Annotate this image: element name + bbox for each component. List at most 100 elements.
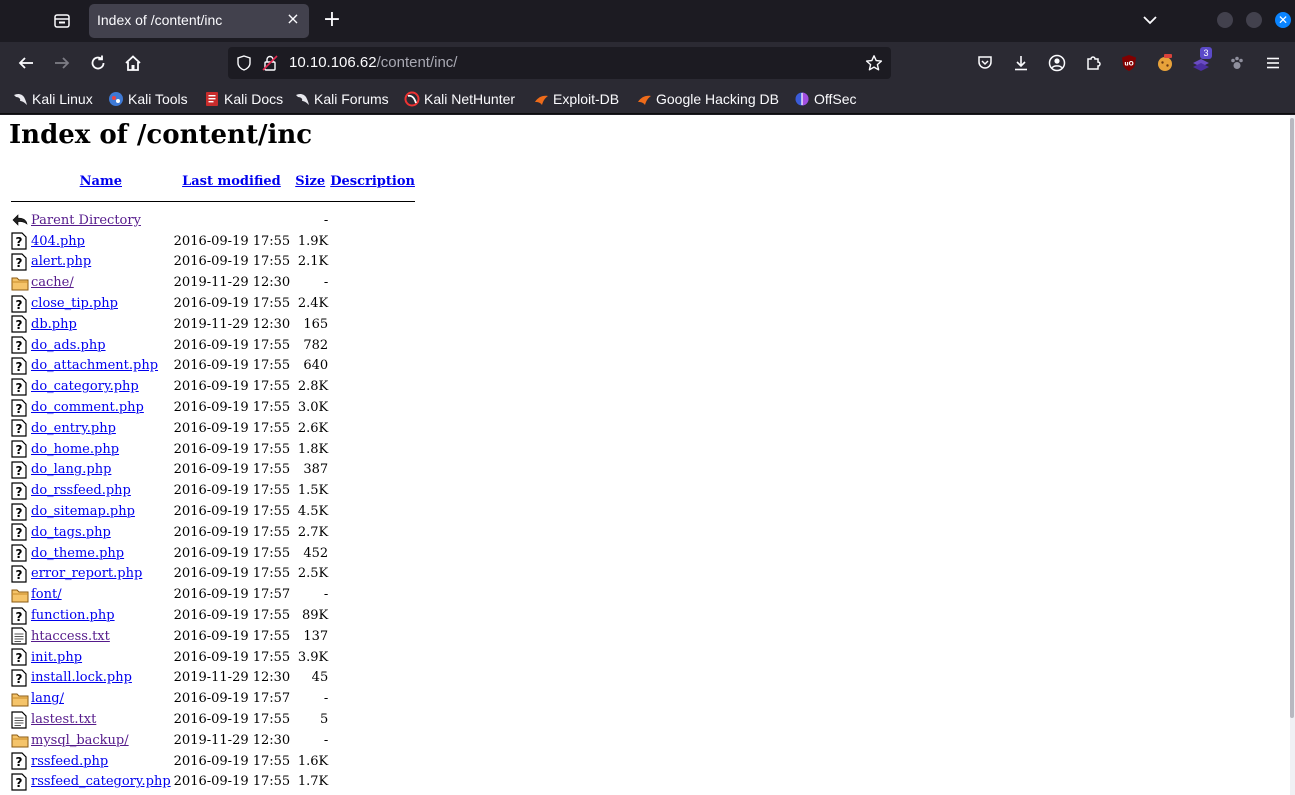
svg-text:?: ? <box>16 485 23 499</box>
bookmark-kali-docs[interactable]: Kali Docs <box>204 90 283 108</box>
last-modified: 2016-09-19 17:55 <box>173 337 291 353</box>
file-link[interactable]: do_sitemap.php <box>31 504 135 519</box>
minimize-button[interactable] <box>1217 12 1233 28</box>
sort-by-description-link[interactable]: Description <box>330 174 415 189</box>
last-modified: 2016-09-19 17:57 <box>173 587 291 603</box>
tab-active[interactable]: Index of /content/inc × <box>89 4 309 38</box>
bookmark-kali-tools[interactable]: Kali Tools <box>108 90 188 108</box>
table-row: ? rssfeed_category.php 2016-09-19 17:55 1.7… <box>10 772 416 793</box>
unknown-file-icon: ? <box>11 669 29 687</box>
ublock-origin-button[interactable]: uO <box>1117 51 1141 75</box>
file-name-cell: do_theme.php <box>30 543 172 564</box>
description-cell <box>329 730 416 751</box>
file-link[interactable]: htaccess.txt <box>31 629 110 644</box>
table-row: ? do_attachment.php 2016-09-19 17:55 640 <box>10 356 416 377</box>
file-link[interactable]: do_lang.php <box>31 462 111 477</box>
unknown-file-icon: ? <box>11 502 29 521</box>
file-link[interactable]: alert.php <box>31 254 91 269</box>
bookmark-star-icon[interactable] <box>865 54 883 72</box>
parent-directory-link[interactable]: Parent Directory <box>31 213 141 228</box>
firefox-view-button[interactable] <box>49 8 75 34</box>
file-link[interactable]: function.php <box>31 608 115 623</box>
unknown-file-icon: ? <box>11 461 29 479</box>
file-name-cell: alert.php <box>30 252 172 273</box>
tab-close-icon[interactable]: × <box>285 11 301 27</box>
file-link[interactable]: error_report.php <box>31 566 142 581</box>
file-link[interactable]: do_category.php <box>31 379 139 394</box>
file-size: 1.9K <box>297 233 329 249</box>
back-button[interactable] <box>14 51 38 75</box>
back-arrow-icon <box>12 214 28 227</box>
folder-icon <box>11 587 29 603</box>
extensions-button[interactable] <box>1081 51 1105 75</box>
file-link[interactable]: init.php <box>31 650 82 665</box>
file-link[interactable]: do_home.php <box>31 442 119 457</box>
new-tab-button[interactable]: + <box>320 9 344 33</box>
home-button[interactable] <box>121 51 145 75</box>
bookmark-google-hacking-db[interactable]: Google Hacking DB <box>636 90 779 108</box>
file-link[interactable]: lang/ <box>31 691 64 706</box>
tracking-protection-shield-icon[interactable] <box>236 55 252 71</box>
maximize-button[interactable] <box>1246 12 1262 28</box>
bookmark-kali-linux[interactable]: Kali Linux <box>12 90 93 108</box>
last-modified: 2016-09-19 17:55 <box>173 296 291 312</box>
description-cell <box>329 543 416 564</box>
file-link[interactable]: do_theme.php <box>31 546 124 561</box>
file-size: 2.6K <box>297 420 329 436</box>
bookmark-kali-forums[interactable]: Kali Forums <box>294 90 389 108</box>
download-icon <box>1015 56 1027 71</box>
file-link[interactable]: db.php <box>31 317 77 332</box>
file-link[interactable]: rssfeed_category.php <box>31 774 171 789</box>
badge-extension-button[interactable]: 3 <box>1189 47 1213 75</box>
scrollbar-thumb[interactable] <box>1290 118 1294 718</box>
kali-dragon-icon <box>12 91 28 107</box>
bookmark-offsec[interactable]: OffSec <box>794 90 857 108</box>
back-icon-cell <box>10 210 30 231</box>
app-menu-button[interactable] <box>1261 51 1285 75</box>
file-link[interactable]: mysql_backup/ <box>31 733 129 748</box>
list-all-tabs-button[interactable] <box>1140 10 1160 30</box>
description-cell <box>329 584 416 605</box>
bookmark-exploit-db[interactable]: Exploit-DB <box>533 90 619 108</box>
file-link[interactable]: do_tags.php <box>31 525 111 540</box>
file-link[interactable]: cache/ <box>31 275 74 290</box>
account-button[interactable] <box>1045 51 1069 75</box>
url-text[interactable]: 10.10.106.62/content/inc/ <box>289 54 457 71</box>
url-bar[interactable]: 10.10.106.62/content/inc/ <box>228 47 891 79</box>
paw-extension-button[interactable] <box>1225 51 1249 75</box>
sort-by-last-modified-link[interactable]: Last modified <box>182 174 281 189</box>
unknown-file-icon: ? <box>11 544 29 562</box>
file-name-cell: rssfeed_category.php <box>30 772 172 793</box>
sort-by-name-link[interactable]: Name <box>80 174 122 189</box>
file-link[interactable]: close_tip.php <box>31 296 118 311</box>
file-link[interactable]: do_rssfeed.php <box>31 483 131 498</box>
file-link[interactable]: font/ <box>31 587 62 602</box>
close-window-button[interactable]: ✕ <box>1275 12 1291 28</box>
description-cell <box>329 709 416 730</box>
file-type-icon-cell: ? <box>10 376 30 397</box>
cookie-extension-button[interactable] <box>1153 51 1177 75</box>
sort-by-size-link[interactable]: Size <box>295 174 325 189</box>
downloads-button[interactable] <box>1009 51 1033 75</box>
table-row: lang/2016-09-19 17:57 - <box>10 688 416 709</box>
file-link[interactable]: do_attachment.php <box>31 358 158 373</box>
file-size: - <box>323 275 329 291</box>
file-link[interactable]: rssfeed.php <box>31 754 108 769</box>
file-link[interactable]: install.lock.php <box>31 670 132 685</box>
file-name-cell: do_comment.php <box>30 397 172 418</box>
file-link[interactable]: do_ads.php <box>31 338 106 353</box>
bookmark-kali-nethunter[interactable]: Kali NetHunter <box>404 90 515 108</box>
file-link[interactable]: do_comment.php <box>31 400 144 415</box>
table-row: htaccess.txt 2016-09-19 17:55 137 <box>10 626 416 647</box>
insecure-lock-icon[interactable] <box>262 55 278 71</box>
file-type-icon-cell: ? <box>10 564 30 585</box>
file-link[interactable]: do_entry.php <box>31 421 116 436</box>
file-link[interactable]: lastest.txt <box>31 712 96 727</box>
forward-button[interactable] <box>50 51 74 75</box>
file-link[interactable]: 404.php <box>31 234 85 249</box>
file-type-icon-cell: ? <box>10 543 30 564</box>
table-row: ? rssfeed.php 2016-09-19 17:55 1.6K <box>10 751 416 772</box>
pocket-button[interactable] <box>973 51 997 75</box>
reload-button[interactable] <box>86 51 110 75</box>
unknown-file-icon: ? <box>11 378 29 396</box>
